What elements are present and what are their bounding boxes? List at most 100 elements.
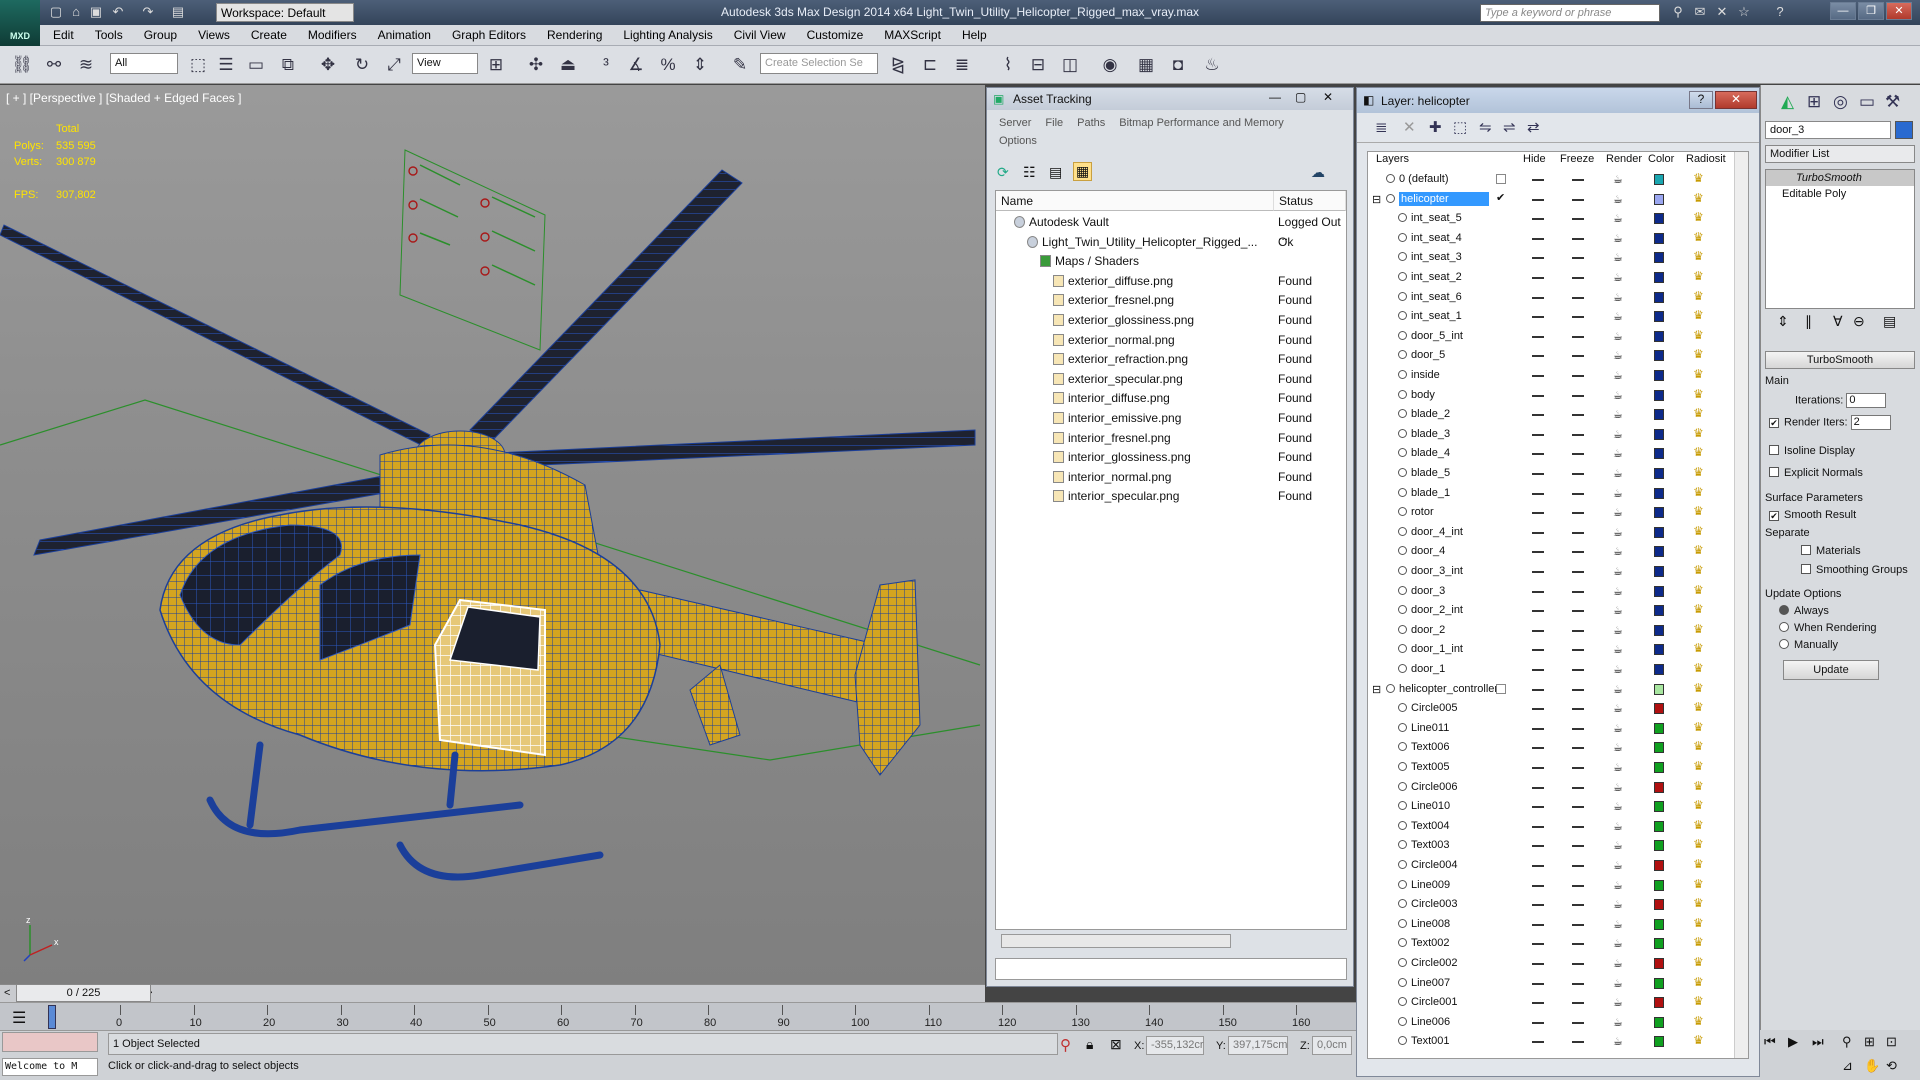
hide-toggle[interactable] bbox=[1532, 747, 1544, 750]
layer-color-swatch[interactable] bbox=[1654, 801, 1664, 813]
render-teapot-icon[interactable]: ☕︎ bbox=[1613, 918, 1623, 931]
open-file-icon[interactable]: ⌂ bbox=[68, 4, 84, 20]
current-frame-marker[interactable] bbox=[48, 1005, 56, 1029]
search-input[interactable]: Type a keyword or phrase bbox=[1480, 4, 1660, 22]
freeze-toggle[interactable] bbox=[1572, 355, 1584, 358]
binoculars-icon[interactable]: ⚲ bbox=[1670, 4, 1686, 20]
asset-row[interactable]: exterior_specular.png Found bbox=[996, 370, 1346, 390]
layer-object-row[interactable]: door_2 ☕︎ ♛ bbox=[1368, 621, 1732, 641]
freeze-toggle[interactable] bbox=[1572, 375, 1584, 377]
edit-named-sets-icon[interactable]: ✎ bbox=[728, 54, 752, 76]
radiosity-icon[interactable]: ♛ bbox=[1693, 191, 1704, 205]
create-layer-icon[interactable]: ≣ bbox=[1375, 118, 1388, 136]
orbit-icon[interactable]: ⟲ bbox=[1886, 1058, 1897, 1074]
isolate-selection-icon[interactable]: ⚲ bbox=[1060, 1036, 1071, 1054]
hide-toggle[interactable] bbox=[1532, 688, 1544, 691]
radiosity-icon[interactable]: ♛ bbox=[1693, 308, 1704, 322]
layer-row[interactable]: 0 (default) ☕︎ ♛ bbox=[1368, 170, 1732, 190]
render-teapot-icon[interactable]: ☕︎ bbox=[1613, 996, 1623, 1009]
layer-object-row[interactable]: door_4_int ☕︎ ♛ bbox=[1368, 523, 1732, 543]
radiosity-icon[interactable]: ♛ bbox=[1693, 504, 1704, 518]
hide-toggle[interactable] bbox=[1532, 904, 1544, 907]
freeze-toggle[interactable] bbox=[1572, 747, 1584, 750]
delete-layer-icon[interactable]: ✕ bbox=[1403, 118, 1416, 136]
hide-toggle[interactable] bbox=[1532, 355, 1544, 358]
rotate-icon[interactable]: ↻ bbox=[350, 54, 374, 76]
help-icon[interactable]: ? bbox=[1772, 4, 1788, 20]
x-coord-field[interactable]: -355,132cr bbox=[1146, 1036, 1204, 1055]
asset-row[interactable]: interior_diffuse.png Found bbox=[996, 389, 1346, 409]
layer-object-row[interactable]: int_seat_5 ☕︎ ♛ bbox=[1368, 209, 1732, 229]
layer-color-swatch[interactable] bbox=[1654, 722, 1664, 734]
menu-views[interactable]: Views bbox=[185, 25, 238, 42]
layer-color-swatch[interactable] bbox=[1654, 585, 1664, 597]
render-teapot-icon[interactable]: ☕︎ bbox=[1613, 722, 1623, 735]
modify-tab-icon[interactable]: ◭ bbox=[1781, 92, 1794, 112]
render-iters-checkbox[interactable]: ✔ bbox=[1769, 418, 1779, 429]
project-folder-icon[interactable]: ▤ bbox=[170, 4, 186, 20]
asset-menu-options[interactable]: Options bbox=[999, 135, 1037, 147]
smooth-result-checkbox[interactable]: ✔ bbox=[1769, 511, 1779, 521]
hide-toggle[interactable] bbox=[1532, 296, 1544, 299]
layer-color-swatch[interactable] bbox=[1654, 546, 1664, 558]
layer-object-row[interactable]: int_seat_2 ☕︎ ♛ bbox=[1368, 268, 1732, 288]
radiosity-icon[interactable]: ♛ bbox=[1693, 955, 1704, 969]
render-teapot-icon[interactable]: ☕︎ bbox=[1613, 467, 1623, 480]
hide-toggle[interactable] bbox=[1532, 825, 1544, 828]
render-teapot-icon[interactable]: ☕︎ bbox=[1613, 898, 1623, 911]
radiosity-icon[interactable]: ♛ bbox=[1693, 563, 1704, 577]
radiosity-icon[interactable]: ♛ bbox=[1693, 210, 1704, 224]
asset-row[interactable]: Light_Twin_Utility_Helicopter_Rigged_...… bbox=[996, 233, 1346, 253]
workspace-dropdown[interactable]: Workspace: Default bbox=[216, 3, 354, 22]
layer-color-swatch[interactable] bbox=[1654, 1036, 1664, 1048]
menu-edit[interactable]: Edit bbox=[40, 25, 82, 42]
layer-color-swatch[interactable] bbox=[1654, 389, 1664, 401]
layer-object-row[interactable]: Text002 ☕︎ ♛ bbox=[1368, 934, 1732, 954]
render-teapot-icon[interactable]: ☕︎ bbox=[1613, 781, 1623, 794]
hide-toggle[interactable] bbox=[1532, 375, 1544, 377]
layer-close-icon[interactable]: ✕ bbox=[1715, 91, 1757, 109]
layer-object-row[interactable]: Line009 ☕︎ ♛ bbox=[1368, 876, 1732, 896]
radiosity-icon[interactable]: ♛ bbox=[1693, 975, 1704, 989]
asset-row[interactable]: Autodesk Vault Logged Out ... bbox=[996, 213, 1346, 243]
render-teapot-icon[interactable]: ☕︎ bbox=[1613, 1016, 1623, 1029]
freeze-toggle[interactable] bbox=[1572, 551, 1584, 554]
asset-row[interactable]: interior_fresnel.png Found bbox=[996, 429, 1346, 449]
render-teapot-icon[interactable]: ☕︎ bbox=[1613, 702, 1623, 715]
go-to-start-icon[interactable]: ⏮ bbox=[1764, 1034, 1776, 1050]
freeze-toggle[interactable] bbox=[1572, 963, 1584, 965]
radiosity-icon[interactable]: ♛ bbox=[1693, 739, 1704, 753]
layer-color-swatch[interactable] bbox=[1654, 820, 1664, 832]
radiosity-icon[interactable]: ♛ bbox=[1693, 720, 1704, 734]
freeze-toggle[interactable] bbox=[1572, 414, 1584, 417]
utilities-tab-icon[interactable]: ⚒ bbox=[1885, 92, 1900, 112]
menu-maxscript[interactable]: MAXScript bbox=[871, 25, 949, 42]
hide-toggle[interactable] bbox=[1532, 531, 1544, 534]
select-in-layer-icon[interactable]: ⬚ bbox=[1453, 118, 1467, 136]
app-logo-button[interactable]: MXD bbox=[0, 0, 40, 46]
layer-object-row[interactable]: inside ☕︎ ♛ bbox=[1368, 366, 1732, 386]
hide-toggle[interactable] bbox=[1532, 1021, 1544, 1024]
layer-color-swatch[interactable] bbox=[1654, 899, 1664, 911]
layer-color-swatch[interactable] bbox=[1654, 311, 1664, 323]
layer-color-swatch[interactable] bbox=[1654, 487, 1664, 499]
layer-color-swatch[interactable] bbox=[1654, 977, 1664, 989]
radiosity-icon[interactable]: ♛ bbox=[1693, 485, 1704, 499]
hide-toggle[interactable] bbox=[1532, 923, 1544, 926]
layer-color-swatch[interactable] bbox=[1654, 1016, 1664, 1028]
layer-color-swatch[interactable] bbox=[1654, 683, 1664, 695]
hide-toggle[interactable] bbox=[1532, 492, 1544, 495]
collapse-icon[interactable]: ⊟ bbox=[1372, 683, 1381, 696]
hide-toggle[interactable] bbox=[1532, 237, 1544, 240]
hide-toggle[interactable] bbox=[1532, 845, 1544, 848]
radiosity-icon[interactable]: ♛ bbox=[1693, 1033, 1704, 1047]
angle-snap-icon[interactable]: ∡ bbox=[624, 54, 648, 76]
asset-menu-server[interactable]: Server bbox=[999, 117, 1031, 129]
layer-object-row[interactable]: blade_3 ☕︎ ♛ bbox=[1368, 425, 1732, 445]
object-color-swatch[interactable] bbox=[1895, 121, 1913, 139]
spinner-snap-icon[interactable]: ⇕ bbox=[688, 54, 712, 76]
menu-graph-editors[interactable]: Graph Editors bbox=[439, 25, 534, 42]
asset-menu-bitmap-performance-and-memory[interactable]: Bitmap Performance and Memory bbox=[1119, 117, 1283, 129]
layer-object-row[interactable]: Circle002 ☕︎ ♛ bbox=[1368, 954, 1732, 974]
y-coord-field[interactable]: 397,175cm bbox=[1228, 1036, 1288, 1055]
